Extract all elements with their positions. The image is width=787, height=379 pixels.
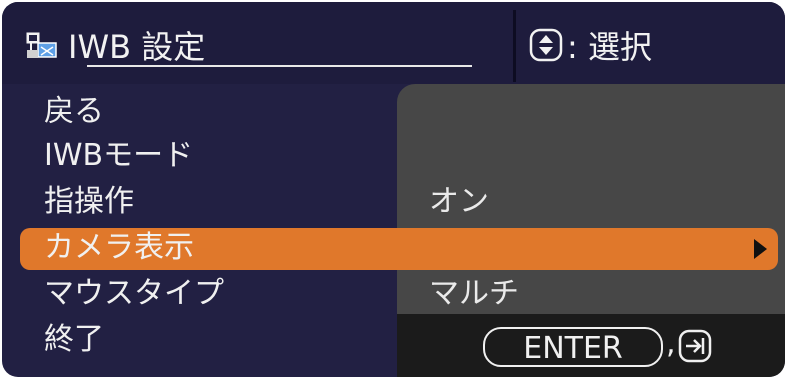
up-down-navigation-icon	[529, 28, 563, 62]
submenu-arrow-icon	[754, 239, 767, 259]
mouse-type-value: マルチ	[429, 276, 519, 311]
enter-button[interactable]: ENTER	[483, 327, 663, 367]
menu-item-finger-touch[interactable]: 指操作	[44, 182, 134, 222]
navigation-hint: : 選択	[529, 22, 652, 68]
title-underline	[87, 65, 472, 67]
menu-item-mouse-type[interactable]: マウスタイプ	[44, 274, 224, 314]
menu-item-camera-display[interactable]: カメラ表示	[44, 228, 194, 268]
navigation-hint-label: : 選択	[567, 28, 652, 66]
exit-arrow-icon[interactable]	[678, 329, 712, 363]
iwb-settings-icon	[26, 32, 57, 58]
finger-touch-value: オン	[429, 184, 489, 219]
menu-item-iwb-mode[interactable]: IWBモード	[44, 136, 193, 176]
iwb-settings-menu: IWB 設定 : 選択 戻る IWBモード 指操作 カメラ表示 マウスタイプ 終…	[2, 2, 785, 377]
title-bar: IWB 設定 : 選択	[2, 2, 785, 84]
menu-item-back[interactable]: 戻る	[44, 92, 104, 132]
page-title: IWB 設定	[68, 28, 206, 66]
title-divider	[513, 10, 516, 82]
footer-separator: ,	[666, 326, 676, 361]
menu-item-exit[interactable]: 終了	[44, 320, 104, 360]
title-group: IWB 設定	[24, 22, 205, 68]
